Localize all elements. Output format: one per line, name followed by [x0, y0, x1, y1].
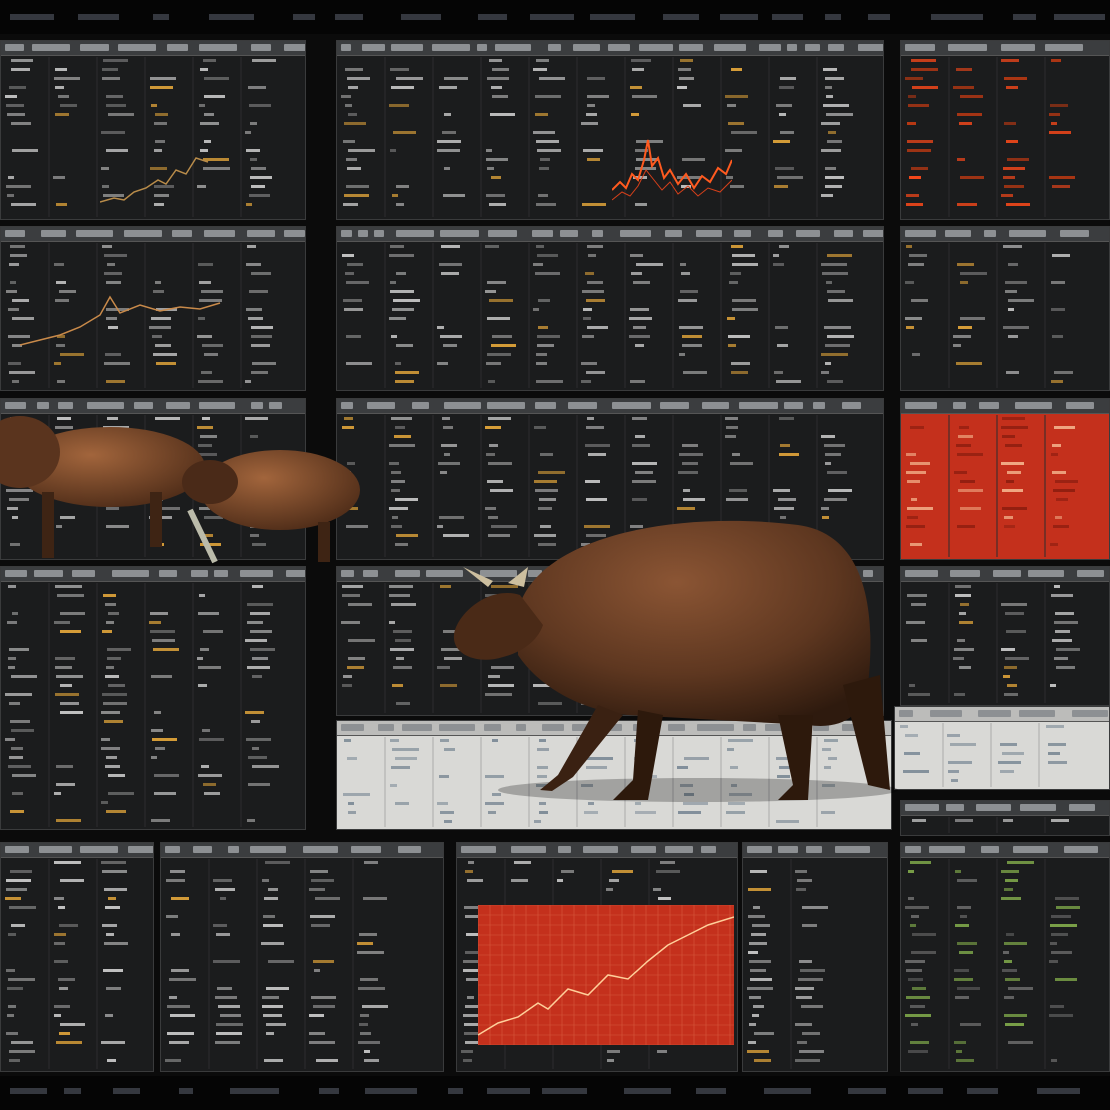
panel-header — [901, 843, 1109, 858]
bezel-label — [868, 14, 890, 20]
data-screen-panel — [336, 226, 884, 391]
data-table — [165, 859, 388, 1069]
data-screen-panel — [742, 842, 888, 1072]
data-table — [905, 859, 1080, 1069]
bezel-label — [624, 1088, 671, 1094]
panel-header — [901, 227, 1109, 242]
data-table — [912, 817, 1069, 833]
bezel-label — [10, 1088, 47, 1094]
mini-line-chart-2 — [20, 295, 221, 346]
bezel-label — [542, 1088, 587, 1094]
bezel-label — [931, 14, 983, 20]
bezel-label — [1013, 14, 1036, 20]
bezel-label — [319, 1088, 339, 1094]
data-table — [905, 57, 1075, 217]
data-screen-panel — [900, 566, 1110, 706]
data-table — [747, 859, 828, 1069]
panel-header — [457, 843, 737, 858]
bezel-label — [335, 14, 363, 20]
panel-header — [337, 227, 883, 242]
panel-header — [1, 41, 305, 56]
bezel-label — [764, 1088, 811, 1094]
bezel-label — [1037, 1088, 1080, 1094]
bezel-label — [825, 14, 841, 20]
bezel-label — [967, 1088, 998, 1094]
bezel-label — [10, 14, 54, 20]
data-table — [5, 583, 279, 827]
panel-header — [1, 843, 153, 858]
data-table — [906, 583, 1080, 703]
bezel-label — [590, 14, 635, 20]
bezel-label — [848, 1088, 886, 1094]
bezel-label — [401, 14, 441, 20]
bezel-label — [487, 1088, 530, 1094]
bezel-label — [365, 1088, 417, 1094]
data-screen-panel — [0, 566, 306, 830]
data-screen-panel — [900, 800, 1110, 836]
data-screen-panel — [900, 226, 1110, 391]
data-table — [906, 415, 1078, 557]
red-rising-chart — [478, 905, 734, 1045]
bezel-label — [663, 14, 699, 20]
bezel-label — [113, 1088, 140, 1094]
data-table — [342, 243, 854, 388]
bezel-label — [696, 1088, 726, 1094]
bezel-label — [1054, 14, 1105, 20]
bezel-label — [478, 14, 507, 20]
panel-header — [743, 843, 887, 858]
data-screen-panel — [900, 40, 1110, 220]
data-screen-panel — [0, 842, 154, 1072]
data-table — [5, 859, 128, 1069]
data-screen-panel — [336, 40, 884, 220]
panel-header — [901, 41, 1109, 56]
price-spike-chart — [612, 139, 732, 201]
panel-header — [1, 227, 305, 242]
panel-header — [901, 567, 1109, 582]
bezel-label — [772, 14, 803, 20]
panel-header — [901, 801, 1109, 816]
bezel-label — [179, 1088, 193, 1094]
bezel-label — [153, 14, 169, 20]
mini-line-chart — [100, 157, 209, 203]
bezel-label — [64, 1088, 81, 1094]
data-screen-panel — [894, 706, 1110, 790]
data-screen-panel — [900, 398, 1110, 560]
panel-header — [901, 399, 1109, 414]
bezel-label — [230, 1088, 279, 1094]
data-screen-panel — [900, 842, 1110, 1072]
data-table — [341, 57, 853, 217]
data-table — [900, 723, 1067, 787]
bull-figure — [453, 520, 898, 802]
data-table — [905, 243, 1073, 388]
panel-header — [895, 707, 1109, 722]
bezel-label — [720, 14, 758, 20]
bezel-label — [908, 1088, 943, 1094]
bezel-label — [530, 14, 574, 20]
bezel-label — [78, 14, 119, 20]
panel-header — [161, 843, 443, 858]
bezel-label — [209, 14, 254, 20]
bezel-label — [448, 1088, 463, 1094]
bezel-label — [293, 14, 315, 20]
bull-figure-small — [0, 416, 360, 564]
data-screen-panel — [160, 842, 444, 1072]
panel-header — [337, 399, 883, 414]
panel-header — [337, 41, 883, 56]
